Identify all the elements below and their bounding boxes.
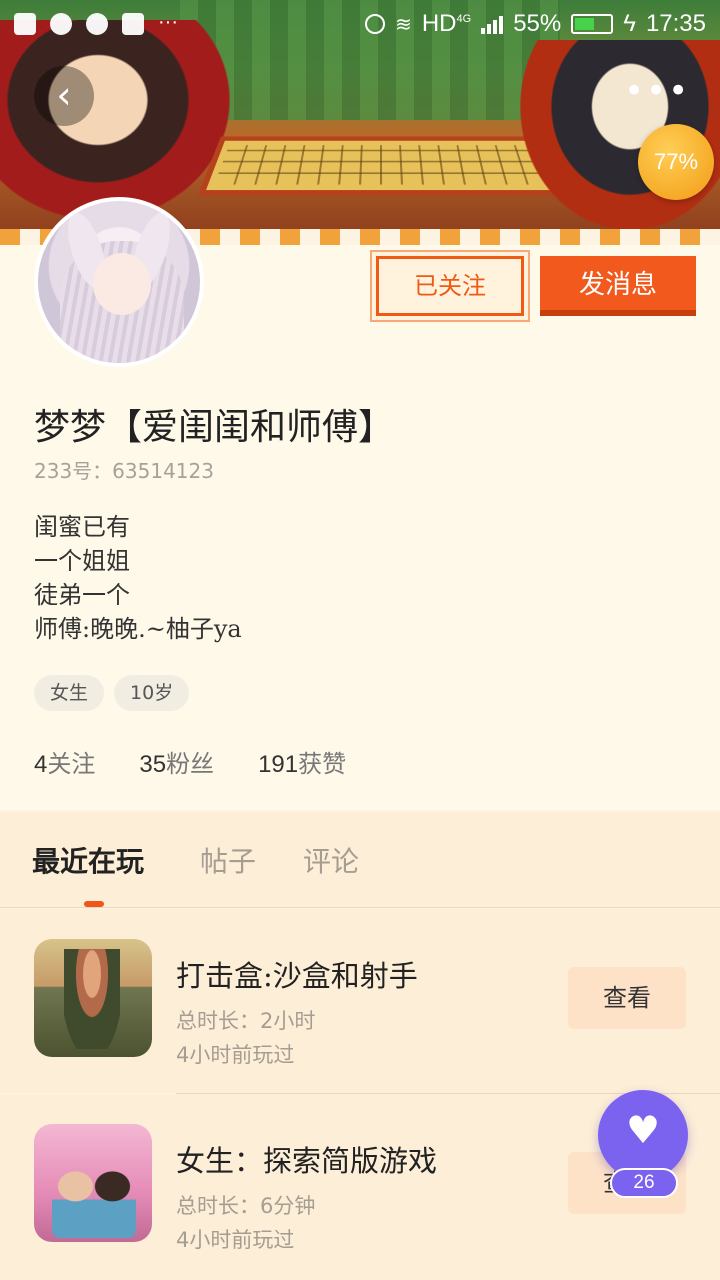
- content-tabs: 最近在玩 帖子 评论: [0, 812, 720, 908]
- list-item[interactable]: 打击盒:沙盒和射手 总时长：2小时 4小时前玩过 查看: [0, 909, 720, 1093]
- search-icon: [50, 13, 72, 35]
- more-dots-icon: ···: [158, 11, 178, 33]
- status-bar: ··· ≋ HD4G 55% ϟ 17:35: [0, 0, 720, 48]
- tab-indicator: [84, 901, 104, 907]
- browser-icon: [86, 13, 108, 35]
- game-last-played: 4小时前玩过: [176, 1228, 295, 1252]
- bio: 闺蜜已有 一个姐姐 徒弟一个 师傅:晚晚.~柚子ya: [34, 510, 242, 646]
- banner-go-board: [197, 136, 563, 196]
- heart-icon: ♥: [625, 1108, 661, 1152]
- game-title: 打击盒:沙盒和射手: [176, 959, 418, 993]
- signal-icon: [481, 14, 504, 34]
- bio-line: 师傅:晚晚.~柚子ya: [34, 615, 242, 643]
- wifi-icon: ≋: [395, 13, 412, 36]
- nickname: 梦梦【爱闺闺和师傅】: [34, 407, 395, 448]
- profile-tags: 女生 10岁: [34, 675, 190, 711]
- stat-likes[interactable]: 191获赞: [258, 744, 346, 779]
- game-thumbnail[interactable]: [34, 939, 152, 1057]
- game-thumbnail[interactable]: [34, 1124, 152, 1242]
- like-button[interactable]: ♥: [598, 1090, 688, 1180]
- more-options-button[interactable]: •••: [624, 66, 688, 126]
- more-icon: •••: [624, 71, 691, 111]
- network-type: HD4G: [421, 10, 472, 37]
- progress-badge[interactable]: 77%: [638, 124, 714, 200]
- app-icon: [14, 13, 36, 35]
- game-last-played: 4小时前玩过: [176, 1043, 295, 1067]
- chevron-left-icon: ‹: [56, 73, 72, 117]
- tab-recent-played[interactable]: 最近在玩: [32, 840, 144, 880]
- stat-fans[interactable]: 35粉丝: [139, 744, 214, 779]
- view-button[interactable]: 查看: [568, 967, 686, 1029]
- charging-icon: ϟ: [623, 10, 636, 37]
- like-count: 26: [610, 1168, 678, 1198]
- banner-character-left: [0, 20, 230, 220]
- tab-posts[interactable]: 帖子: [200, 840, 256, 880]
- sound-icon: [365, 14, 386, 34]
- bio-line: 徒弟一个: [34, 581, 130, 609]
- game-title: 女生：探索简版游戏: [176, 1144, 438, 1178]
- user-id: 233号：63514123: [34, 459, 214, 483]
- clock: 17:35: [645, 10, 706, 37]
- tab-comments[interactable]: 评论: [303, 840, 359, 880]
- tag-age: 10岁: [114, 675, 190, 711]
- tag-gender: 女生: [34, 675, 105, 711]
- game-duration: 总时长：6分钟: [176, 1194, 316, 1218]
- back-button[interactable]: ‹: [34, 66, 94, 126]
- bio-line: 闺蜜已有: [34, 513, 130, 541]
- send-message-button[interactable]: 发消息: [540, 256, 696, 316]
- stat-following[interactable]: 4关注: [34, 744, 95, 779]
- bio-line: 一个姐姐: [34, 547, 130, 575]
- grid-icon: [122, 13, 144, 35]
- battery-icon: [571, 14, 614, 34]
- followed-button[interactable]: 已关注: [376, 256, 524, 316]
- battery-percent: 55%: [513, 10, 562, 37]
- game-duration: 总时长：2小时: [176, 1009, 316, 1033]
- avatar[interactable]: [34, 197, 204, 367]
- profile-stats: 4关注 35粉丝 191获赞: [34, 744, 346, 779]
